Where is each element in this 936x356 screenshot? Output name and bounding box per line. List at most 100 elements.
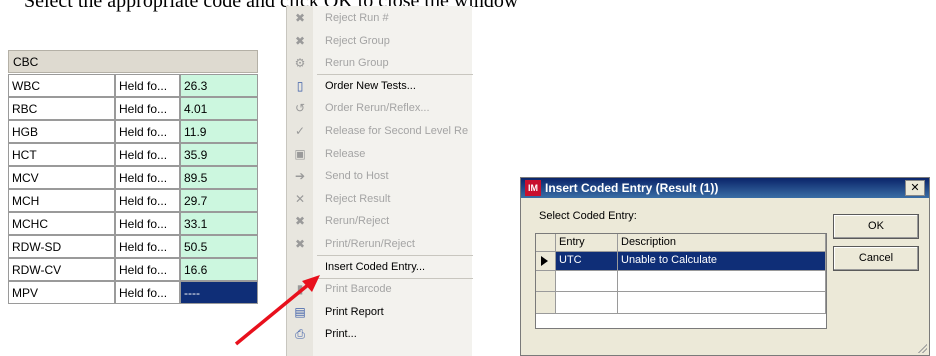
reject-group-icon: ✖ — [294, 34, 306, 48]
menu-item[interactable]: ▮ Print Barcode — [287, 279, 473, 301]
insert-coded-entry-dialog: IM Insert Coded Entry (Result (1)) ✕ Sel… — [520, 177, 930, 356]
menu-item[interactable]: ⚙ Rerun Group — [287, 53, 473, 75]
test-name-cell[interactable]: MPV — [8, 281, 115, 304]
menu-separator — [317, 255, 473, 256]
menu-item-label: Rerun/Reject — [325, 215, 390, 227]
new-document-icon: ▯ — [296, 79, 304, 93]
dialog-title: Insert Coded Entry (Result (1)) — [545, 181, 719, 195]
status-cell[interactable]: Held fo... — [115, 166, 180, 189]
status-cell[interactable]: Held fo... — [115, 281, 180, 304]
menu-item-label: Order New Tests... — [325, 80, 416, 92]
column-header-description[interactable]: Description — [618, 234, 826, 252]
menu-item[interactable]: ▯ Order New Tests... — [287, 76, 473, 98]
release-icon: ▣ — [294, 147, 306, 161]
result-value-cell[interactable]: 50.5 — [180, 235, 258, 258]
test-name-cell[interactable]: WBC — [8, 74, 115, 97]
table-row[interactable]: HCT Held fo... 35.9 — [8, 143, 258, 166]
checkmark-icon: ✓ — [294, 124, 306, 138]
select-coded-entry-label: Select Coded Entry: — [539, 210, 637, 222]
grid-corner — [536, 234, 556, 252]
menu-item[interactable]: ✖ Reject Group — [287, 31, 473, 53]
table-row[interactable]: MCHC Held fo... 33.1 — [8, 212, 258, 235]
cbc-results-grid: CBC WBC Held fo... 26.3 RBC Held fo... 4.01 HG… — [8, 50, 258, 356]
empty-description-cell[interactable] — [618, 292, 826, 314]
context-menu: ✖ Reject Run # ✖ Reject Group ⚙ Rerun Group ▯ O… — [286, 6, 473, 356]
empty-entry-cell[interactable] — [556, 271, 618, 292]
status-cell[interactable]: Held fo... — [115, 258, 180, 281]
test-name-cell[interactable]: RDW-CV — [8, 258, 115, 281]
row-indicator[interactable] — [536, 292, 556, 314]
status-cell[interactable]: Held fo... — [115, 212, 180, 235]
result-value-cell[interactable]: 11.9 — [180, 120, 258, 143]
menu-item-label: Reject Result — [325, 193, 391, 205]
test-name-cell[interactable]: HGB — [8, 120, 115, 143]
table-row[interactable]: MPV Held fo... ---- — [8, 281, 258, 304]
result-value-cell[interactable]: 35.9 — [180, 143, 258, 166]
column-header-entry[interactable]: Entry — [556, 234, 618, 252]
menu-item[interactable]: ✓ Release for Second Level Re — [287, 121, 473, 143]
status-cell[interactable]: Held fo... — [115, 74, 180, 97]
result-value-cell[interactable]: ---- — [180, 281, 258, 304]
menu-item-label: Print/Rerun/Reject — [325, 238, 415, 250]
close-button[interactable]: ✕ — [905, 180, 925, 196]
barcode-icon: ▮ — [296, 282, 304, 296]
empty-description-cell[interactable] — [618, 271, 826, 292]
menu-item[interactable]: ▤ Print Report — [287, 302, 473, 324]
ok-button[interactable]: OK — [833, 214, 919, 239]
send-to-host-icon: ➔ — [294, 169, 306, 183]
result-value-cell[interactable]: 29.7 — [180, 189, 258, 212]
cbc-header: CBC — [8, 50, 258, 73]
status-cell[interactable]: Held fo... — [115, 235, 180, 258]
row-indicator[interactable] — [536, 271, 556, 292]
table-row[interactable]: MCV Held fo... 89.5 — [8, 166, 258, 189]
menu-item[interactable]: ▣ Release — [287, 144, 473, 166]
print-report-icon: ▤ — [294, 305, 306, 319]
empty-entry-cell[interactable] — [556, 292, 618, 314]
menu-item-label: Release for Second Level Re — [325, 125, 469, 137]
table-row[interactable]: RDW-CV Held fo... 16.6 — [8, 258, 258, 281]
menu-item-label: Reject Group — [325, 35, 390, 47]
rerun-reject-icon: ✖ — [294, 214, 306, 228]
menu-item[interactable]: ✕ Reject Result — [287, 189, 473, 211]
menu-separator — [317, 74, 473, 75]
menu-item-label: Release — [325, 148, 366, 160]
table-row[interactable]: WBC Held fo... 26.3 — [8, 74, 258, 97]
status-cell[interactable]: Held fo... — [115, 120, 180, 143]
menu-item[interactable]: ↺ Order Rerun/Reflex... — [287, 98, 473, 120]
result-value-cell[interactable]: 4.01 — [180, 97, 258, 120]
rerun-reflex-icon: ↺ — [294, 101, 306, 115]
table-row[interactable]: RBC Held fo... 4.01 — [8, 97, 258, 120]
menu-item[interactable]: ➔ Send to Host — [287, 166, 473, 188]
menu-item-label: Print... — [325, 328, 357, 340]
menu-item-label: Print Report — [325, 306, 384, 318]
status-cell[interactable]: Held fo... — [115, 143, 180, 166]
menu-item[interactable]: ✖ Print/Rerun/Reject — [287, 234, 473, 256]
result-value-cell[interactable]: 89.5 — [180, 166, 258, 189]
result-value-cell[interactable]: 26.3 — [180, 74, 258, 97]
row-pointer-cell[interactable] — [536, 252, 556, 271]
table-row[interactable]: RDW-SD Held fo... 50.5 — [8, 235, 258, 258]
table-row[interactable]: HGB Held fo... 11.9 — [8, 120, 258, 143]
menu-item-label: Insert Coded Entry... — [325, 261, 426, 273]
description-cell[interactable]: Unable to Calculate — [618, 252, 826, 271]
result-value-cell[interactable]: 33.1 — [180, 212, 258, 235]
menu-item[interactable]: ✖ Rerun/Reject — [287, 211, 473, 233]
dialog-titlebar[interactable]: IM Insert Coded Entry (Result (1)) ✕ — [521, 178, 929, 198]
table-row[interactable]: MCH Held fo... 29.7 — [8, 189, 258, 212]
cancel-button[interactable]: Cancel — [833, 246, 919, 271]
resize-grip-icon[interactable] — [917, 343, 927, 353]
status-cell[interactable]: Held fo... — [115, 97, 180, 120]
status-cell[interactable]: Held fo... — [115, 189, 180, 212]
test-name-cell[interactable]: RDW-SD — [8, 235, 115, 258]
test-name-cell[interactable]: MCHC — [8, 212, 115, 235]
test-name-cell[interactable]: HCT — [8, 143, 115, 166]
menu-item[interactable]: Insert Coded Entry... — [287, 257, 473, 279]
menu-item[interactable]: ⎙ Print... — [287, 324, 473, 346]
coded-entry-grid: Entry Description UTC Unable to Calculat… — [535, 233, 827, 329]
test-name-cell[interactable]: RBC — [8, 97, 115, 120]
test-name-cell[interactable]: MCH — [8, 189, 115, 212]
result-value-cell[interactable]: 16.6 — [180, 258, 258, 281]
entry-cell[interactable]: UTC — [556, 252, 618, 271]
test-name-cell[interactable]: MCV — [8, 166, 115, 189]
menu-item[interactable]: ✖ Reject Run # — [287, 8, 473, 30]
